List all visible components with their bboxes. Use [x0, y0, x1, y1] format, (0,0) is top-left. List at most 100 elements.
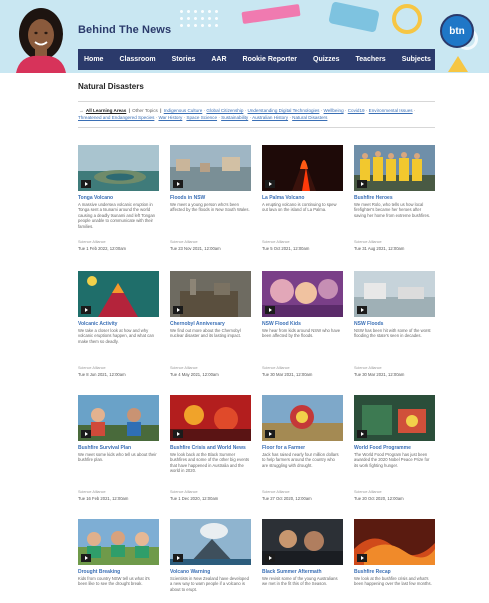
story-thumbnail[interactable]: [354, 519, 435, 565]
story-description: We meet some kids who tell us about thei…: [78, 452, 157, 463]
story-title[interactable]: NSW Flood Kids: [262, 321, 343, 327]
play-icon[interactable]: [357, 180, 367, 188]
story-title[interactable]: World Food Programme: [354, 445, 435, 451]
btn-logo[interactable]: btn: [440, 14, 474, 48]
topic-link[interactable]: Understanding Digital Technologies: [248, 108, 320, 113]
story-card[interactable]: Bushfire Survival Plan We meet some kids …: [78, 395, 159, 505]
play-icon[interactable]: [81, 554, 91, 562]
story-title[interactable]: Floor for a Farmer: [262, 445, 343, 451]
story-title[interactable]: Floods in NSW: [170, 195, 251, 201]
play-icon[interactable]: [173, 430, 183, 438]
story-title[interactable]: Chernobyl Anniversary: [170, 321, 251, 327]
play-icon[interactable]: [173, 306, 183, 314]
play-icon[interactable]: [357, 430, 367, 438]
story-title[interactable]: Volcanic Activity: [78, 321, 159, 327]
topic-all-learning-areas[interactable]: All Learning Areas: [86, 108, 126, 113]
story-description: We meet Rolo, who tells us how local fir…: [354, 202, 431, 218]
story-category: Science Alliance: [262, 490, 290, 494]
nav-stories[interactable]: Stories: [172, 56, 196, 63]
story-card[interactable]: Volcanic Activity We take a closer look a…: [78, 271, 159, 381]
story-thumbnail[interactable]: [170, 271, 251, 317]
play-icon[interactable]: [265, 306, 275, 314]
story-title[interactable]: La Palma Volcano: [262, 195, 343, 201]
story-card[interactable]: World Food Programme The World Food Progr…: [354, 395, 435, 505]
story-date: Tue 1 Feb 2022, 12:00am: [78, 246, 127, 251]
topic-link[interactable]: Covid19: [348, 108, 365, 113]
story-thumbnail[interactable]: [354, 395, 435, 441]
story-thumbnail[interactable]: [262, 271, 343, 317]
nav-subjects[interactable]: Subjects: [402, 56, 431, 63]
topic-link[interactable]: Sustainability: [221, 115, 248, 120]
play-icon[interactable]: [173, 554, 183, 562]
story-card[interactable]: Black Summer Aftermath We revisit some of…: [262, 519, 343, 603]
story-title[interactable]: Volcano Warning: [170, 569, 251, 575]
story-card[interactable]: Bushfire Heroes We meet Rolo, who tells u…: [354, 145, 435, 255]
divider: [78, 127, 435, 128]
play-icon[interactable]: [357, 306, 367, 314]
play-icon[interactable]: [81, 180, 91, 188]
story-card[interactable]: NSW Floods NSW has been hit with some of …: [354, 271, 435, 381]
play-icon[interactable]: [265, 554, 275, 562]
topic-link[interactable]: Australian History: [252, 115, 288, 120]
story-title[interactable]: Black Summer Aftermath: [262, 569, 343, 575]
topic-separator: |: [128, 108, 130, 113]
site-title[interactable]: Behind The News: [78, 24, 171, 36]
topic-filter-list: → All Learning Areas | Other Topics | In…: [78, 108, 416, 120]
nav-home[interactable]: Home: [84, 56, 103, 63]
story-card[interactable]: Volcano Warning Scientists in New Zealand…: [170, 519, 251, 603]
nav-quizzes[interactable]: Quizzes: [313, 56, 339, 63]
story-card[interactable]: NSW Flood Kids We hear from kids around N…: [262, 271, 343, 381]
story-title[interactable]: Tonga Volcano: [78, 195, 159, 201]
story-card[interactable]: Bushfire Recap We look at the bushfire cr…: [354, 519, 435, 603]
story-title[interactable]: Bushfire Survival Plan: [78, 445, 159, 451]
story-card[interactable]: Bushfire Crisis and World News We look ba…: [170, 395, 251, 505]
story-thumbnail[interactable]: [78, 519, 159, 565]
story-title[interactable]: Bushfire Crisis and World News: [170, 445, 251, 451]
play-icon[interactable]: [265, 430, 275, 438]
story-title[interactable]: Bushfire Recap: [354, 569, 435, 575]
main-nav: Home Classroom Stories AAR Rookie Report…: [78, 49, 435, 70]
story-thumbnail[interactable]: [170, 519, 251, 565]
nav-classroom[interactable]: Classroom: [119, 56, 155, 63]
story-thumbnail[interactable]: [354, 271, 435, 317]
topic-link[interactable]: Global Citizenship: [206, 108, 243, 113]
story-thumbnail[interactable]: [170, 395, 251, 441]
nav-teachers[interactable]: Teachers: [355, 56, 385, 63]
topic-link[interactable]: Indigenous Culture: [164, 108, 203, 113]
story-title[interactable]: Drought Breaking: [78, 569, 159, 575]
play-icon[interactable]: [265, 180, 275, 188]
story-card[interactable]: Floor for a Farmer Jack has raised nearly…: [262, 395, 343, 505]
topic-link[interactable]: Threatened and Endangered Species: [78, 115, 154, 120]
topic-link[interactable]: Natural Disasters: [292, 115, 327, 120]
play-icon[interactable]: [173, 180, 183, 188]
story-title[interactable]: NSW Floods: [354, 321, 435, 327]
topic-separator: |: [160, 108, 162, 113]
story-thumbnail[interactable]: [262, 519, 343, 565]
topic-link[interactable]: Wellbeing: [324, 108, 344, 113]
nav-rookie-reporter[interactable]: Rookie Reporter: [243, 56, 297, 63]
story-thumbnail[interactable]: [354, 145, 435, 191]
story-thumbnail[interactable]: [78, 271, 159, 317]
story-card[interactable]: Drought Breaking Kids from country NSW te…: [78, 519, 159, 603]
story-thumbnail[interactable]: [78, 395, 159, 441]
topic-link[interactable]: Space Science: [186, 115, 217, 120]
story-category: Science Alliance: [354, 240, 382, 244]
story-thumbnail[interactable]: [170, 145, 251, 191]
story-title[interactable]: Bushfire Heroes: [354, 195, 435, 201]
play-icon[interactable]: [81, 306, 91, 314]
story-category: Science Alliance: [262, 366, 290, 370]
play-icon[interactable]: [81, 430, 91, 438]
story-thumbnail[interactable]: [262, 395, 343, 441]
story-card[interactable]: Tonga Volcano A massive undersea volcanic…: [78, 145, 159, 255]
story-category: Science Alliance: [78, 490, 106, 494]
topic-link[interactable]: Environmental Issues: [369, 108, 413, 113]
play-icon[interactable]: [357, 554, 367, 562]
story-card[interactable]: Chernobyl Anniversary We find out more ab…: [170, 271, 251, 381]
story-card[interactable]: La Palma Volcano A erupting volcano is co…: [262, 145, 343, 255]
story-thumbnail[interactable]: [78, 145, 159, 191]
story-description: Scientists in New Zealand have developed…: [170, 576, 249, 592]
nav-aar[interactable]: AAR: [211, 56, 226, 63]
story-thumbnail[interactable]: [262, 145, 343, 191]
story-card[interactable]: Floods in NSW We meet a young person who'…: [170, 145, 251, 255]
topic-link[interactable]: War History: [158, 115, 182, 120]
